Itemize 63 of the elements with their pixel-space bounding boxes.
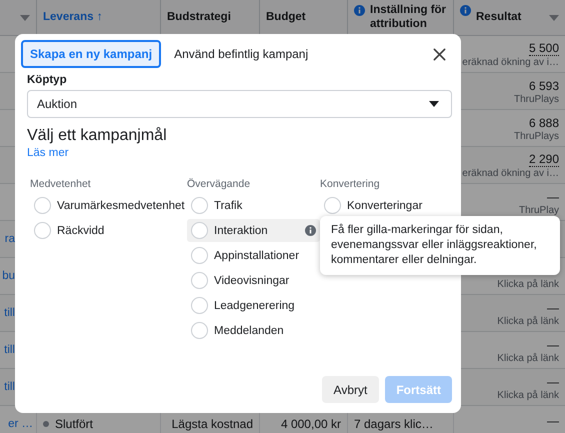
result-label: Klicka på länk: [497, 353, 559, 364]
column-title: Leverans ↑: [43, 10, 102, 24]
field-label: Köptyp: [27, 74, 68, 86]
result-label: Klicka på länk: [497, 279, 559, 290]
objective-option[interactable]: Meddelanden: [187, 319, 320, 342]
group-label: Medvetenhet: [30, 178, 92, 190]
close-icon[interactable]: [433, 48, 446, 60]
result-value: 5 500: [528, 41, 559, 56]
radio-button[interactable]: [191, 272, 208, 289]
result-value: 6 593: [528, 79, 559, 93]
table-cell: Lägsta kostnad: [172, 417, 253, 431]
radio-button[interactable]: [191, 247, 208, 264]
result-label: eräknad ökning av i…: [462, 57, 559, 68]
column-title: Budstrategi: [167, 10, 231, 24]
radio-button[interactable]: [324, 197, 341, 214]
objective-option[interactable]: Interaktion: [187, 219, 320, 242]
cancel-button[interactable]: Avbryt: [322, 376, 380, 403]
result-label: ThruPlay: [518, 205, 559, 216]
result-value: —: [547, 338, 559, 352]
status-dot: [43, 421, 49, 427]
buy-type-dropdown[interactable]: Auktion: [27, 90, 452, 118]
radio-button[interactable]: [191, 297, 208, 314]
result-value: —: [547, 414, 559, 428]
objective-option[interactable]: Videovisningar: [187, 269, 320, 292]
group-label: Övervägande: [187, 178, 252, 190]
column-title: Inställning för attribution: [370, 4, 447, 31]
objective-option[interactable]: Appinstallationer: [187, 244, 320, 267]
learn-more-link[interactable]: Läs mer: [27, 147, 69, 159]
objective-option[interactable]: Trafik: [187, 194, 320, 217]
tooltip: Få fler gilla-markeringar för sidan, evenemangssvar eller inläggsreaktioner, kommentarer eller delningar.: [320, 216, 560, 275]
result-value: 2 290: [528, 152, 559, 167]
radio-button[interactable]: [191, 322, 208, 339]
tab[interactable]: Skapa en ny kampanj: [21, 40, 162, 68]
table-cell: 7 dagars klic…: [354, 417, 434, 431]
status-text: Slutfört: [55, 417, 94, 431]
result-value: —: [547, 301, 559, 315]
objective-option[interactable]: Leadgenerering: [187, 294, 320, 317]
caret-icon[interactable]: [429, 101, 439, 107]
info-icon: [460, 5, 471, 16]
objective-option[interactable]: Varumärkesmedvetenhet: [30, 194, 187, 217]
result-value: —: [547, 375, 559, 389]
info-icon: [354, 5, 365, 16]
objective-option[interactable]: Räckvidd: [30, 219, 187, 242]
result-label: Klicka på länk: [497, 316, 559, 327]
column-title: Resultat: [476, 10, 522, 24]
result-value: 6 888: [528, 116, 559, 130]
tab[interactable]: Använd befintlig kampanj: [165, 40, 318, 68]
result-label: Klicka på länk: [497, 390, 559, 401]
result-label: ThruPlays: [514, 131, 559, 142]
column-title: Budget: [266, 10, 306, 24]
group-label: Konvertering: [320, 178, 381, 190]
radio-button[interactable]: [34, 197, 51, 214]
column-header[interactable]: Resultat: [453, 0, 565, 35]
section-heading: Välj ett kampanjmål: [27, 127, 168, 145]
radio-button[interactable]: [191, 197, 208, 214]
info-icon: [305, 225, 316, 236]
objective-option[interactable]: Konverteringar: [320, 194, 440, 217]
result-label: ThruPlays: [514, 94, 559, 105]
result-label: eräknad ökning av i…: [462, 168, 559, 179]
table-cell: 4 000,00 kr: [280, 417, 341, 431]
radio-button[interactable]: [191, 222, 208, 239]
result-value: —: [547, 190, 559, 204]
radio-button[interactable]: [34, 222, 51, 239]
